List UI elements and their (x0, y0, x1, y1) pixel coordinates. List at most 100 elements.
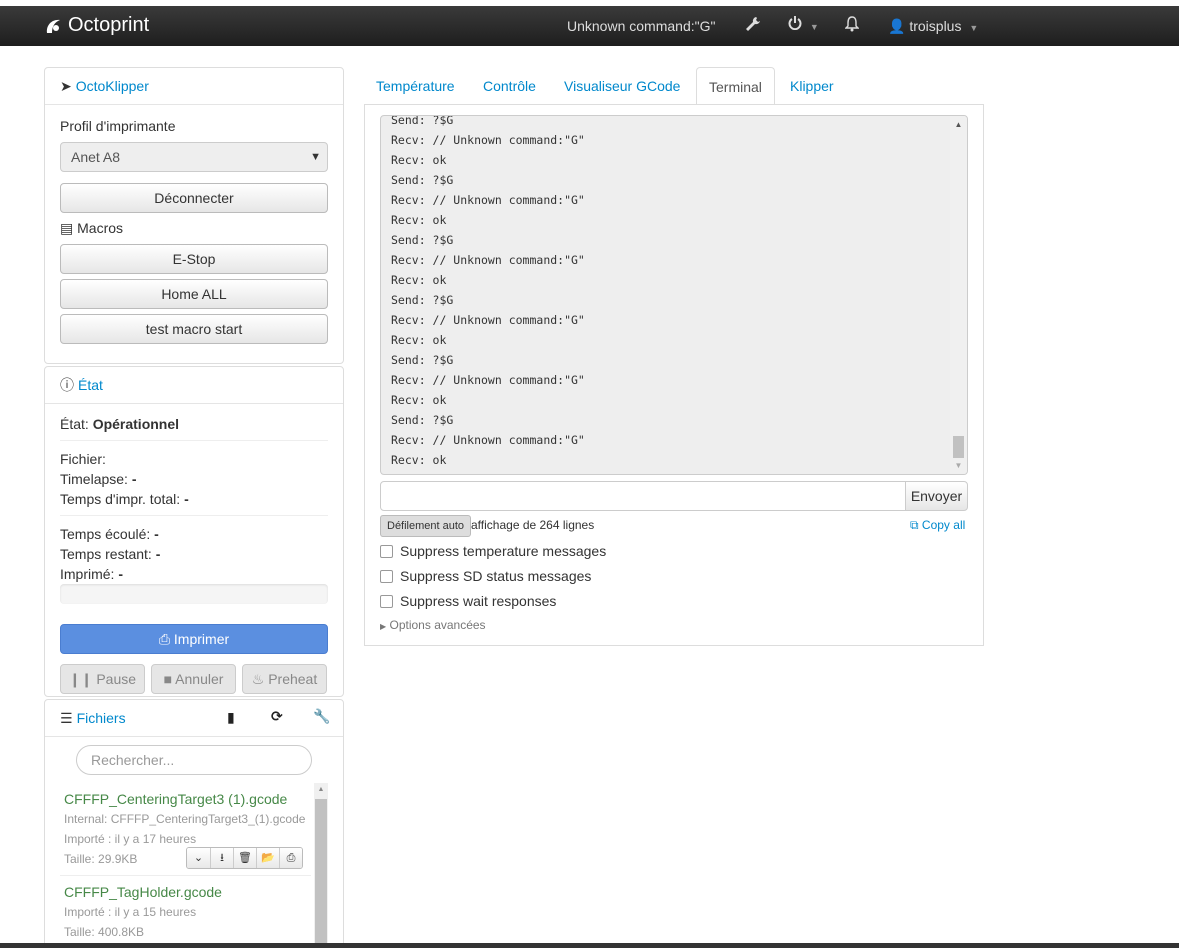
brand-name: Octoprint (68, 14, 150, 36)
suppress-temperature-label[interactable]: Suppress temperature messages (400, 543, 606, 559)
user-menu[interactable]: 👤 troisplus ▼ (888, 18, 978, 35)
profile-label: Profil d'imprimante (60, 118, 176, 134)
suppress-wait-label[interactable]: Suppress wait responses (400, 593, 556, 609)
terminal-line: Recv: ok (391, 213, 447, 227)
autoscroll-button[interactable]: Défilement auto (380, 515, 472, 537)
file-item[interactable]: CFFFP_CenteringTarget3 (1).gcode Interna… (60, 783, 311, 876)
printer-icon[interactable]: ⎙ (279, 848, 302, 868)
print-button[interactable]: ⎙ Imprimer (60, 624, 328, 654)
tab-klipper[interactable]: Klipper (778, 67, 846, 105)
file-label: Fichier: (60, 451, 106, 467)
printer-status-text: Unknown command:"G" (567, 18, 716, 34)
tab-terminal[interactable]: Terminal (696, 67, 775, 105)
divider (60, 440, 328, 441)
refresh-icon[interactable]: ⟳ (271, 708, 283, 725)
command-input[interactable] (380, 481, 906, 511)
scroll-up-icon[interactable]: ▲ (950, 116, 967, 133)
scroll-down-icon[interactable]: ▼ (950, 457, 967, 474)
octoklipper-header[interactable]: ➤ OctoKlipper (45, 68, 343, 105)
tab-gcode-viewer[interactable]: Visualiseur GCode (552, 67, 692, 105)
cancel-button[interactable]: ■ Annuler (151, 664, 236, 694)
caret-down-icon: ▼ (809, 22, 819, 32)
profile-select[interactable]: Anet A8 ▼ (60, 142, 328, 172)
scroll-up-icon[interactable]: ▲ (314, 783, 328, 797)
terminal-output[interactable]: Send: ?$G Recv: // Unknown command:"G" Rec… (380, 115, 968, 475)
timelapse-value: - (131, 471, 137, 487)
preheat-label: Preheat (268, 671, 318, 687)
macro-test-start-button[interactable]: test macro start (60, 314, 328, 344)
file-list-scrollbar[interactable]: ▲ (314, 783, 328, 947)
file-imported: Importé : il y a 17 heures (64, 832, 197, 846)
terminal-line: Send: ?$G (391, 233, 454, 247)
suppress-sd-checkbox[interactable] (380, 569, 393, 583)
print-button-label: Imprimer (173, 631, 230, 647)
files-header[interactable]: ☰ Fichiers ▮ ⟳ 🔧 (45, 700, 343, 737)
folder-open-icon[interactable]: 📂 (256, 848, 279, 868)
scroll-thumb[interactable] (315, 799, 327, 947)
terminal-line: Send: ?$G (391, 413, 454, 427)
octoklipper-panel: ➤ OctoKlipper Profil d'imprimante Anet A… (44, 67, 344, 364)
terminal-line: Recv: ok (391, 333, 447, 347)
scroll-thumb[interactable] (953, 436, 964, 458)
preheat-button[interactable]: ♨ Preheat (242, 664, 327, 694)
send-button[interactable]: Envoyer (905, 481, 968, 511)
terminal-line: Recv: // Unknown command:"G" (391, 373, 585, 387)
power-icon[interactable]: ▼ (788, 16, 819, 33)
state-value: Opérationnel (92, 416, 180, 432)
terminal-scrollbar[interactable]: ▲ ▼ (950, 116, 967, 474)
macro-home-all-button[interactable]: Home ALL (60, 279, 328, 309)
terminal-line: Recv: ok (391, 273, 447, 287)
terminal-line: Recv: ok (391, 153, 447, 167)
new-file-icon[interactable]: ▮ (227, 709, 235, 726)
download-icon[interactable]: ⭳ (210, 848, 233, 868)
file-search-input[interactable]: Rechercher... (76, 745, 312, 775)
state-title: État (78, 377, 103, 393)
file-row: Fichier: (60, 449, 328, 469)
terminal-line: Recv: // Unknown command:"G" (391, 253, 585, 267)
terminal-line: Recv: ok (391, 453, 447, 467)
state-header[interactable]: ⓘ État (45, 367, 343, 404)
file-name[interactable]: CFFFP_CenteringTarget3 (1).gcode (64, 789, 311, 809)
suppress-sd-row[interactable]: Suppress SD status messages (380, 566, 591, 586)
terminal-line: Recv: ok (391, 393, 447, 407)
stop-icon: ■ (163, 671, 173, 687)
macro-estop-button[interactable]: E-Stop (60, 244, 328, 274)
file-internal: Internal: CFFFP_CenteringTarget3_(1).gco… (64, 812, 306, 826)
state-label: État: (60, 416, 89, 432)
suppress-sd-label[interactable]: Suppress SD status messages (400, 568, 591, 584)
file-name[interactable]: CFFFP_TagHolder.gcode (64, 882, 311, 902)
suppress-wait-row[interactable]: Suppress wait responses (380, 591, 556, 611)
chevron-down-icon[interactable]: ⌄ (187, 848, 210, 868)
suppress-temperature-checkbox[interactable] (380, 544, 393, 558)
total-time-label: Temps d'impr. total: (60, 491, 181, 507)
advanced-options-toggle[interactable]: ▶ Options avancées (380, 618, 486, 632)
pause-button[interactable]: ❙❙ Pause (60, 664, 145, 694)
terminal-line: Send: ?$G (391, 353, 454, 367)
file-item[interactable]: CFFFP_TagHolder.gcode Importé : il y a 1… (60, 876, 311, 947)
file-list: CFFFP_CenteringTarget3 (1).gcode Interna… (45, 783, 343, 947)
timelapse-label: Timelapse: (60, 471, 128, 487)
files-panel: ☰ Fichiers ▮ ⟳ 🔧 Rechercher... CFFFP_Cen… (44, 699, 344, 948)
list-alt-icon: ▤ (60, 220, 74, 236)
brand[interactable]: Octoprint (44, 14, 149, 37)
terminal-line: Recv: // Unknown command:"G" (391, 313, 585, 327)
tab-temperature[interactable]: Température (364, 67, 467, 105)
octoklipper-title: OctoKlipper (75, 78, 149, 94)
tab-control[interactable]: Contrôle (471, 67, 548, 105)
macros-heading: ▤ Macros (60, 218, 328, 238)
file-size: Taille: 400.8KB (64, 925, 145, 939)
trash-icon[interactable]: 🗑 (233, 848, 256, 868)
total-time-value: - (184, 491, 189, 507)
suppress-temperature-row[interactable]: Suppress temperature messages (380, 541, 606, 561)
navbar: Octoprint Unknown command:"G" ▼ 👤 troisp… (0, 6, 1179, 46)
bell-icon[interactable] (844, 16, 860, 35)
wrench-icon[interactable] (745, 16, 761, 35)
total-time-row: Temps d'impr. total: - (60, 489, 328, 509)
wrench-icon[interactable]: 🔧 (313, 708, 330, 725)
terminal-tab-content: Send: ?$G Recv: // Unknown command:"G" Rec… (364, 104, 984, 646)
disconnect-button[interactable]: Déconnecter (60, 183, 328, 213)
user-icon: 👤 (888, 18, 906, 34)
suppress-wait-checkbox[interactable] (380, 594, 393, 608)
remaining-value: - (155, 546, 161, 562)
copy-all-link[interactable]: ⧉ Copy all (910, 518, 965, 533)
